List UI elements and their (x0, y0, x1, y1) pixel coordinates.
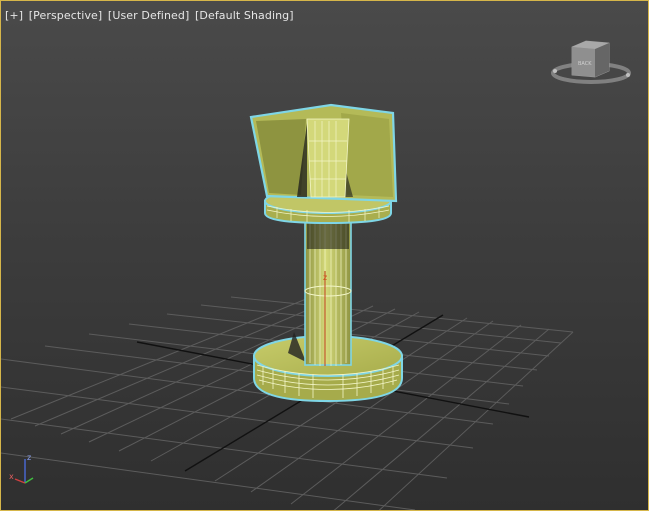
axis-x-label: x (9, 472, 14, 481)
viewcube-compass-icon (553, 69, 557, 73)
column-cylinder[interactable] (304, 218, 352, 366)
viewcube-face-label: BACK (578, 61, 592, 67)
viewcube-compass-icon-right (626, 73, 630, 77)
book-cover[interactable] (249, 103, 398, 203)
axis-tripod-icon: z x (9, 453, 34, 484)
svg-text:z: z (323, 273, 327, 282)
perspective-viewport[interactable]: [+] [Perspective] [User Defined] [Defaul… (0, 0, 649, 511)
home-grid (1, 296, 574, 510)
scene-canvas: z BACK z x (1, 40, 631, 510)
viewcube[interactable]: BACK (551, 40, 631, 84)
axis-z-label: z (27, 453, 31, 462)
